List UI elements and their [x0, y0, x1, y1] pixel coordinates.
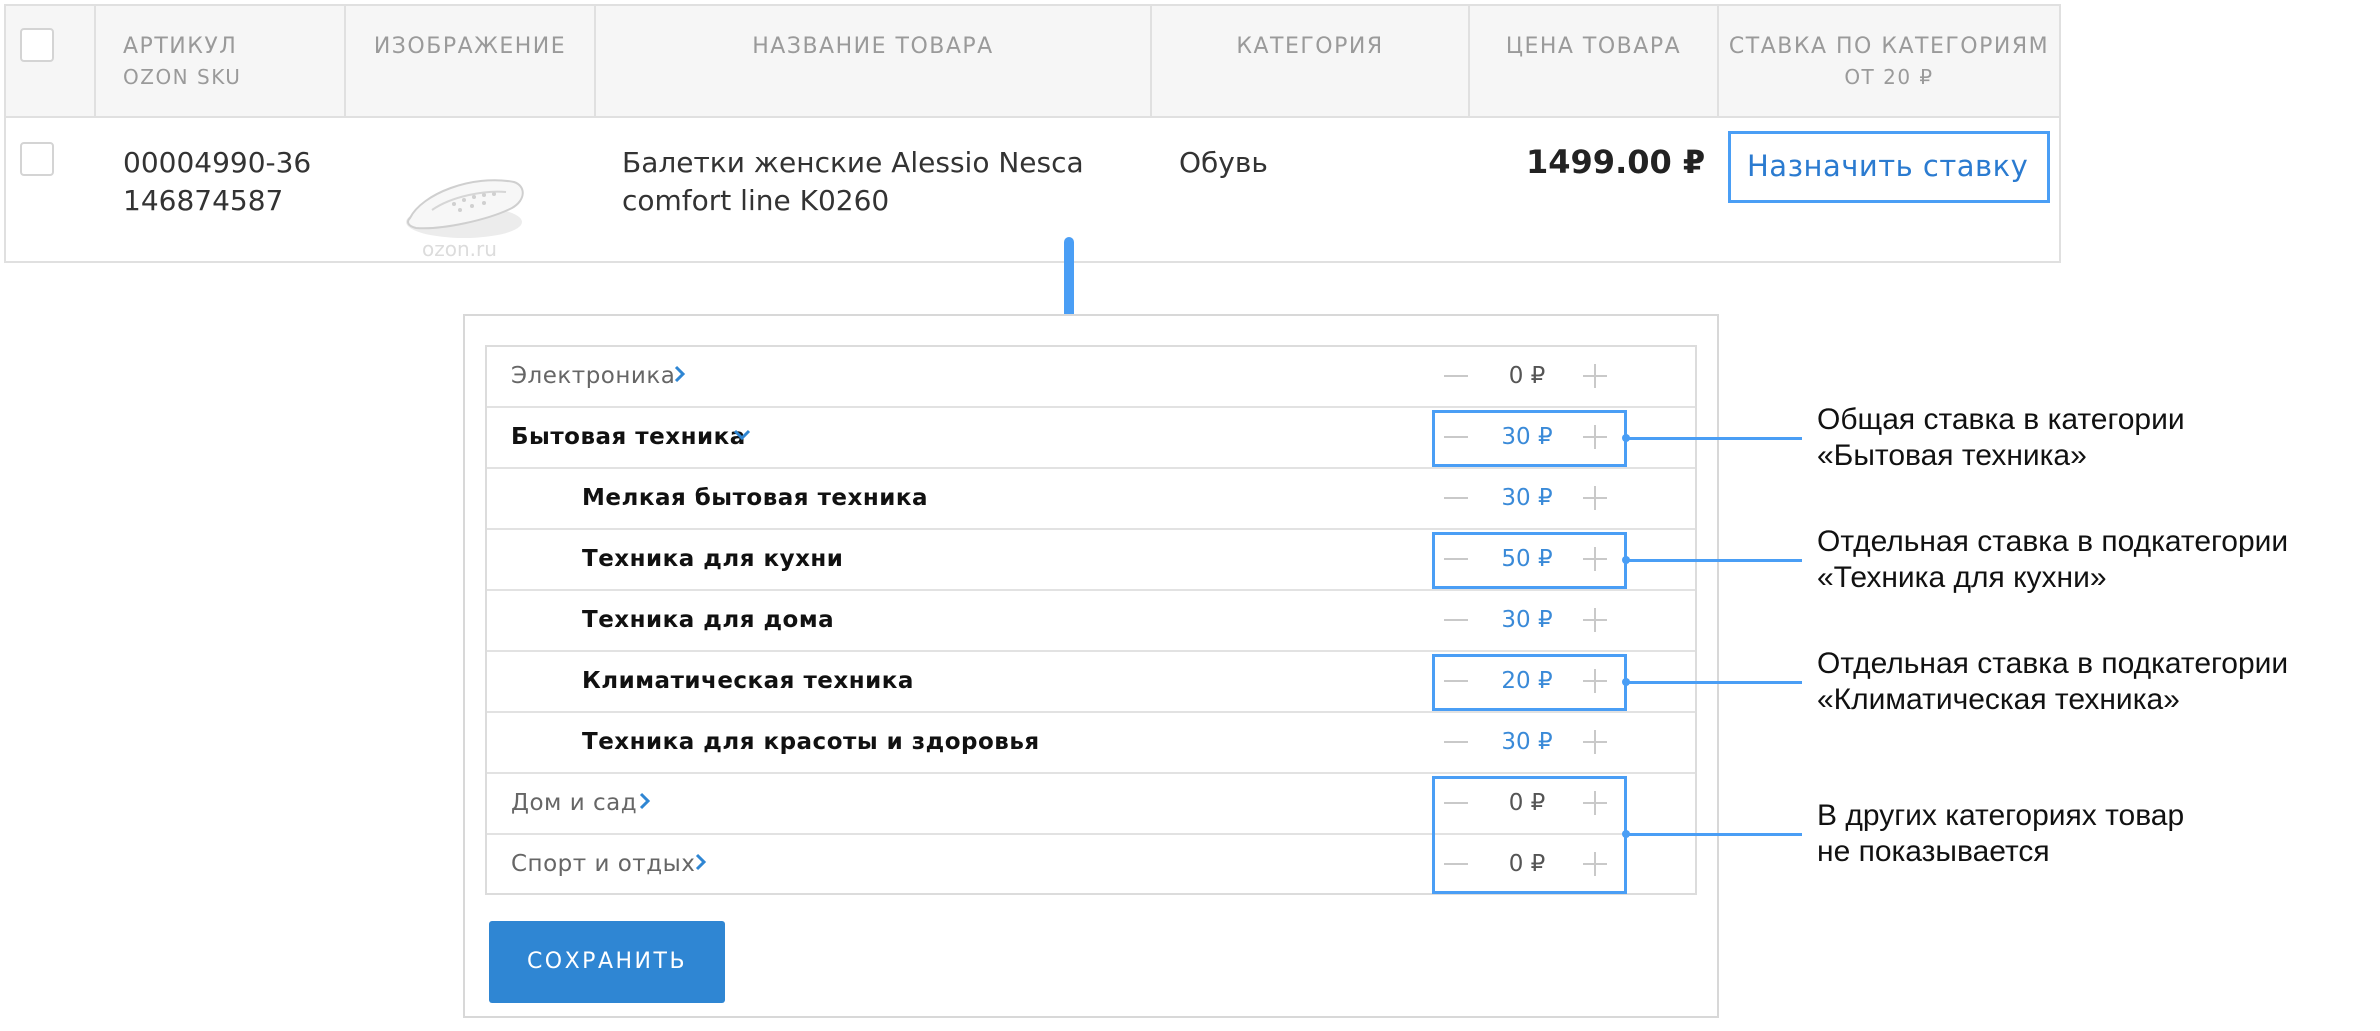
decrement-button[interactable] — [1444, 741, 1468, 743]
header-rate-sub: ОТ 20 ₽ — [1844, 65, 1934, 89]
decrement-button[interactable] — [1444, 619, 1468, 621]
product-image[interactable]: ozon.ru — [402, 134, 532, 266]
header-name: НАЗВАНИЕ ТОВАРА — [752, 34, 994, 59]
category-label[interactable]: Электроника — [511, 347, 675, 405]
header-rate: СТАВКА ПО КАТЕГОРИЯМ ОТ 20 ₽ — [1719, 32, 2059, 92]
header-rate-label: СТАВКА ПО КАТЕГОРИЯМ — [1728, 34, 2050, 59]
header-article-sub: OZON SKU — [123, 65, 242, 89]
increment-button-bar[interactable] — [1594, 364, 1596, 388]
column-divider — [94, 6, 96, 116]
annotation-kitchen-rate: Отдельная ставка в подкатегории «Техника… — [1817, 524, 2288, 596]
category-row-beauty[interactable]: Техника для красоты и здоровья 30 ₽ — [487, 713, 1695, 774]
annotation-line: Общая ставка в категории — [1817, 403, 2185, 436]
image-watermark: ozon.ru — [422, 237, 497, 261]
highlight-appliances-rate — [1432, 410, 1630, 467]
sku-value: 146874587 — [123, 184, 284, 217]
header-image: ИЗОБРАЖЕНИЕ — [373, 34, 567, 59]
category-label[interactable]: Бытовая техника — [511, 408, 746, 466]
header-price: ЦЕНА ТОВАРА — [1505, 34, 1682, 59]
save-button[interactable]: СОХРАНИТЬ — [489, 921, 725, 1003]
category-label: Техника для кухни — [582, 546, 844, 572]
annotation-other-categories: В других категориях товар не показываетс… — [1817, 798, 2184, 870]
assign-rate-button[interactable]: Назначить ставку — [1728, 131, 2050, 203]
chevron-right-icon[interactable] — [634, 790, 656, 812]
annotation-line: «Техника для кухни» — [1817, 561, 2107, 594]
rate-value[interactable]: 0 ₽ — [1472, 347, 1582, 405]
product-name-line1: Балетки женские Alessio Nesca — [622, 146, 1084, 179]
row-product-name: Балетки женские Alessio Nesca comfort li… — [622, 144, 1084, 220]
product-name-line2: comfort line K0260 — [622, 184, 890, 217]
increment-button-bar[interactable] — [1594, 486, 1596, 510]
row-price: 1499.00 ₽ — [1526, 143, 1706, 181]
category-label: Мелкая бытовая техника — [582, 485, 928, 511]
annotation-line: Отдельная ставка в подкатегории — [1817, 647, 2289, 680]
highlight-climate-rate — [1432, 654, 1630, 711]
rate-value[interactable]: 30 ₽ — [1472, 469, 1582, 527]
increment-button-bar[interactable] — [1594, 608, 1596, 632]
category-label[interactable]: Дом и сад — [511, 774, 637, 832]
annotation-leader — [1627, 559, 1802, 562]
category-row-electronics[interactable]: Электроника 0 ₽ — [487, 347, 1695, 408]
category-label[interactable]: Спорт и отдых — [511, 835, 695, 893]
annotation-leader — [1627, 681, 1802, 684]
category-label: Техника для дома — [582, 607, 835, 633]
rate-value[interactable]: 30 ₽ — [1472, 591, 1582, 649]
increment-button-bar[interactable] — [1594, 730, 1596, 754]
annotation-general-rate: Общая ставка в категории «Бытовая техник… — [1817, 402, 2185, 474]
annotation-line: В других категориях товар — [1817, 799, 2185, 832]
annotation-climate-rate: Отдельная ставка в подкатегории «Климати… — [1817, 646, 2288, 718]
annotation-leader — [1627, 833, 1802, 836]
annotation-leader — [1627, 437, 1802, 440]
product-table: АРТИКУЛ OZON SKU ИЗОБРАЖЕНИЕ НАЗВАНИЕ ТО… — [4, 4, 2061, 263]
annotation-line: Отдельная ставка в подкатегории — [1817, 525, 2289, 558]
category-label: Климатическая техника — [582, 668, 914, 694]
category-row-small-appliances[interactable]: Мелкая бытовая техника 30 ₽ — [487, 469, 1695, 530]
row-article: 00004990-36 146874587 — [123, 144, 311, 220]
annotation-line: не показывается — [1817, 835, 2050, 868]
decrement-button[interactable] — [1444, 375, 1468, 377]
article-value: 00004990-36 — [123, 146, 312, 179]
header-category: КАТЕГОРИЯ — [1236, 34, 1384, 59]
category-label: Техника для красоты и здоровья — [582, 729, 1040, 755]
select-all-checkbox[interactable] — [20, 28, 54, 62]
highlight-kitchen-rate — [1432, 532, 1630, 589]
chevron-right-icon[interactable] — [669, 363, 691, 385]
category-row-home[interactable]: Техника для дома 30 ₽ — [487, 591, 1695, 652]
header-article-label: АРТИКУЛ — [123, 34, 238, 59]
row-checkbox[interactable] — [20, 142, 54, 176]
annotation-line: «Климатическая техника» — [1817, 683, 2180, 716]
annotation-line: «Бытовая техника» — [1817, 439, 2087, 472]
chevron-down-icon[interactable] — [731, 424, 753, 446]
highlight-other-rates — [1432, 776, 1630, 894]
row-category: Обувь — [1179, 146, 1268, 179]
rate-value[interactable]: 30 ₽ — [1472, 713, 1582, 771]
decrement-button[interactable] — [1444, 497, 1468, 499]
header-article[interactable]: АРТИКУЛ OZON SKU — [123, 32, 241, 92]
chevron-right-icon[interactable] — [690, 851, 712, 873]
